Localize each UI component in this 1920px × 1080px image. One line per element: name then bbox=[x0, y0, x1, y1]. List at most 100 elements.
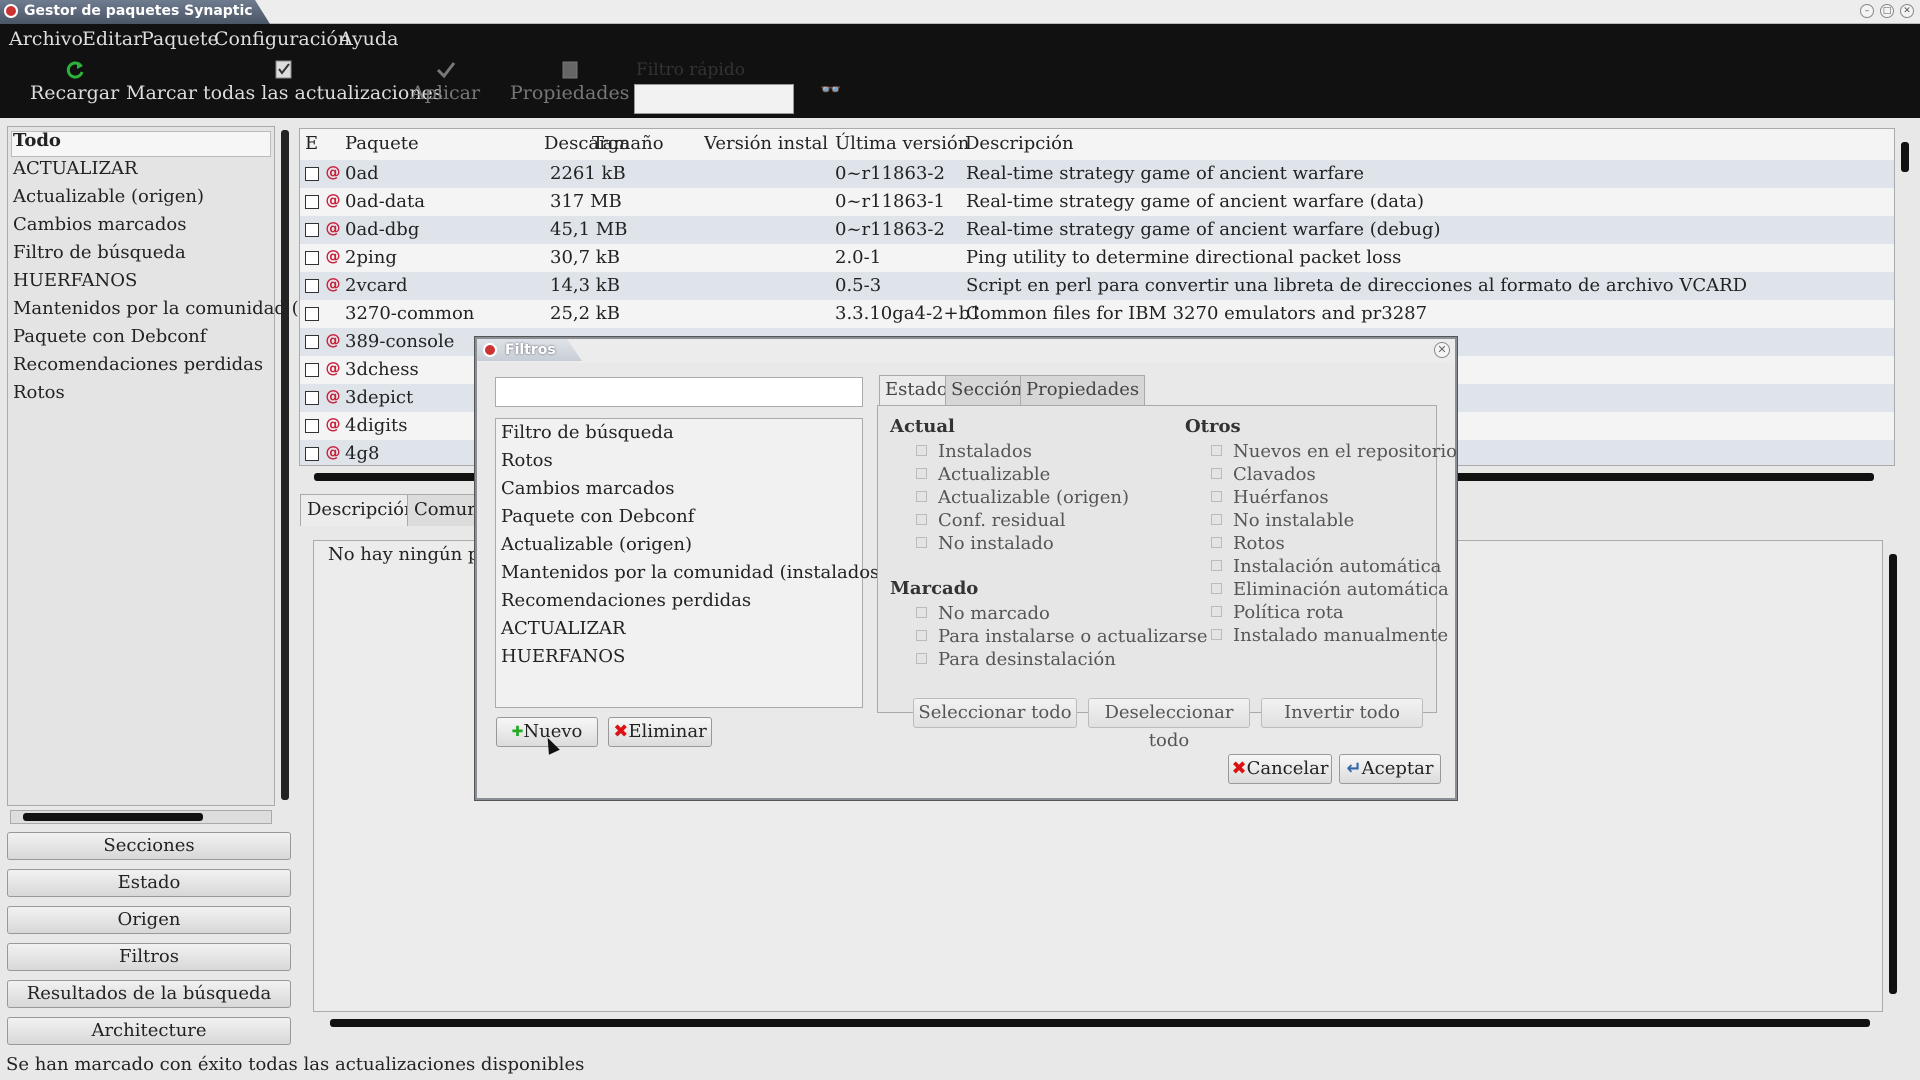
col-header-package[interactable]: Paquete bbox=[345, 133, 419, 154]
secciones-button[interactable]: Secciones bbox=[7, 832, 291, 860]
delete-filter-button[interactable]: ✖Eliminar bbox=[608, 717, 712, 747]
checkbox[interactable] bbox=[916, 444, 927, 456]
package-checkbox[interactable] bbox=[305, 223, 319, 237]
menu-editar[interactable]: Editar bbox=[82, 28, 142, 50]
menu-archivo[interactable]: Archivo bbox=[9, 28, 83, 50]
left-item[interactable]: Filtro de búsqueda bbox=[13, 242, 186, 263]
checkbox[interactable] bbox=[1211, 513, 1222, 525]
description-hscrollbar[interactable] bbox=[318, 1016, 1882, 1030]
left-item[interactable]: Actualizable (origen) bbox=[13, 186, 204, 207]
option-actualizable-origen[interactable]: Actualizable (origen) bbox=[916, 487, 1129, 508]
option-no-instalado[interactable]: No instalado bbox=[916, 533, 1054, 554]
checkbox[interactable] bbox=[916, 536, 927, 548]
search-results-button[interactable]: Resultados de la búsqueda bbox=[7, 980, 291, 1008]
option-eliminacion-automatica[interactable]: Eliminación automática bbox=[1211, 579, 1449, 600]
accept-button[interactable]: ↵Aceptar bbox=[1339, 754, 1441, 784]
package-checkbox[interactable] bbox=[305, 419, 319, 433]
search-binoculars-icon[interactable]: 👓 bbox=[820, 80, 841, 100]
tab-comunicar[interactable]: Comun bbox=[407, 494, 477, 526]
left-panel-hscrollbar[interactable] bbox=[10, 810, 272, 824]
option-conf-residual[interactable]: Conf. residual bbox=[916, 510, 1066, 531]
apply-button[interactable]: Aplicar bbox=[411, 60, 480, 104]
quick-filter-input[interactable] bbox=[634, 84, 794, 114]
origen-button[interactable]: Origen bbox=[7, 906, 291, 934]
left-item[interactable]: Cambios marcados bbox=[13, 214, 186, 235]
select-all-button[interactable]: Seleccionar todo bbox=[913, 698, 1077, 728]
checkbox[interactable] bbox=[1211, 490, 1222, 502]
left-item[interactable]: Rotos bbox=[13, 382, 65, 403]
col-header-status[interactable]: E bbox=[305, 133, 318, 154]
checkbox[interactable] bbox=[916, 513, 927, 525]
pane-splitter[interactable] bbox=[281, 130, 289, 800]
filter-list-item[interactable]: Mantenidos por la comunidad (instalados) bbox=[501, 562, 886, 583]
filter-list-item[interactable]: Cambios marcados bbox=[501, 478, 674, 499]
filter-list-item[interactable]: Filtro de búsqueda bbox=[501, 422, 674, 443]
option-huerfanos[interactable]: Huérfanos bbox=[1211, 487, 1329, 508]
minimize-icon[interactable]: – bbox=[1860, 4, 1874, 18]
option-instalado-manualmente[interactable]: Instalado manualmente bbox=[1211, 625, 1448, 646]
table-row[interactable]: @0ad-dbg 45,1 MB 0~r11863-2 Real-time strat… bbox=[300, 216, 1894, 244]
table-row[interactable]: 3270-common 25,2 kB 3.3.10ga4-2+b1 Common f… bbox=[300, 300, 1894, 328]
filter-list-item[interactable]: Actualizable (origen) bbox=[501, 534, 692, 555]
col-header-size[interactable]: Tamaño bbox=[592, 133, 664, 154]
option-para-instalarse[interactable]: Para instalarse o actualizarse bbox=[916, 626, 1208, 647]
option-rotos[interactable]: Rotos bbox=[1211, 533, 1285, 554]
filter-list-item[interactable]: HUERFANOS bbox=[501, 646, 625, 667]
dialog-close-icon[interactable]: ✕ bbox=[1434, 342, 1450, 358]
left-item[interactable]: Recomendaciones perdidas bbox=[13, 354, 263, 375]
table-row[interactable]: @0ad-data 317 MB 0~r11863-1 Real-time strat… bbox=[300, 188, 1894, 216]
filtros-button[interactable]: Filtros bbox=[7, 943, 291, 971]
option-politica-rota[interactable]: Política rota bbox=[1211, 602, 1344, 623]
reload-button[interactable]: Recargar bbox=[30, 60, 119, 104]
table-row[interactable]: @0ad 2261 kB 0~r11863-2 Real-time strategy … bbox=[300, 160, 1894, 188]
package-checkbox[interactable] bbox=[305, 335, 319, 349]
checkbox[interactable] bbox=[1211, 444, 1222, 456]
filter-list-item[interactable]: Paquete con Debconf bbox=[501, 506, 694, 527]
checkbox[interactable] bbox=[1211, 559, 1222, 571]
filter-list-item[interactable]: Recomendaciones perdidas bbox=[501, 590, 751, 611]
option-instalados[interactable]: Instalados bbox=[916, 441, 1032, 462]
description-vscrollbar[interactable] bbox=[1886, 540, 1900, 1012]
package-checkbox[interactable] bbox=[305, 195, 319, 209]
option-no-marcado[interactable]: No marcado bbox=[916, 603, 1050, 624]
package-checkbox[interactable] bbox=[305, 279, 319, 293]
filter-list-item[interactable]: Rotos bbox=[501, 450, 553, 471]
left-item[interactable]: HUERFANOS bbox=[13, 270, 137, 291]
option-actualizable[interactable]: Actualizable bbox=[916, 464, 1050, 485]
tab-estado[interactable]: Estado bbox=[879, 375, 954, 407]
option-clavados[interactable]: Clavados bbox=[1211, 464, 1316, 485]
checkbox[interactable] bbox=[916, 467, 927, 479]
option-nuevos-repositorio[interactable]: Nuevos en el repositorio bbox=[1211, 441, 1457, 462]
package-checkbox[interactable] bbox=[305, 363, 319, 377]
checkbox[interactable] bbox=[1211, 628, 1222, 640]
package-checkbox[interactable] bbox=[305, 167, 319, 181]
option-no-instalable[interactable]: No instalable bbox=[1211, 510, 1354, 531]
close-window-icon[interactable]: ✕ bbox=[1900, 4, 1914, 18]
menu-configuracion[interactable]: Configuración bbox=[214, 28, 350, 50]
menu-ayuda[interactable]: Ayuda bbox=[339, 28, 398, 50]
package-checkbox[interactable] bbox=[305, 307, 319, 321]
filter-name-input[interactable] bbox=[495, 377, 863, 407]
option-para-desinstalacion[interactable]: Para desinstalación bbox=[916, 649, 1116, 670]
tab-descripcion[interactable]: Descripción bbox=[300, 494, 423, 526]
table-row[interactable]: @2ping 30,7 kB 2.0-1 Ping utility to determ… bbox=[300, 244, 1894, 272]
package-checkbox[interactable] bbox=[305, 251, 319, 265]
checkbox[interactable] bbox=[916, 652, 927, 664]
invert-all-button[interactable]: Invertir todo bbox=[1261, 698, 1423, 728]
checkbox[interactable] bbox=[1211, 536, 1222, 548]
left-item[interactable]: Paquete con Debconf bbox=[13, 326, 206, 347]
col-header-installed-version[interactable]: Versión instalad bbox=[704, 133, 828, 154]
maximize-icon[interactable]: □ bbox=[1880, 4, 1894, 18]
cancel-button[interactable]: ✖Cancelar bbox=[1228, 754, 1332, 784]
menu-paquete[interactable]: Paquete bbox=[141, 28, 219, 50]
estado-button[interactable]: Estado bbox=[7, 869, 291, 897]
filter-list-item[interactable]: ACTUALIZAR bbox=[501, 618, 626, 639]
checkbox[interactable] bbox=[916, 629, 927, 641]
checkbox[interactable] bbox=[1211, 467, 1222, 479]
mark-all-updates-button[interactable]: Marcar todas las actualizaciones bbox=[126, 60, 443, 104]
properties-button[interactable]: Propiedades bbox=[510, 60, 629, 104]
table-vscrollbar[interactable] bbox=[1898, 128, 1912, 466]
checkbox[interactable] bbox=[916, 490, 927, 502]
table-row[interactable]: @2vcard 14,3 kB 0.5-3 Script en perl para c… bbox=[300, 272, 1894, 300]
checkbox[interactable] bbox=[916, 606, 927, 618]
